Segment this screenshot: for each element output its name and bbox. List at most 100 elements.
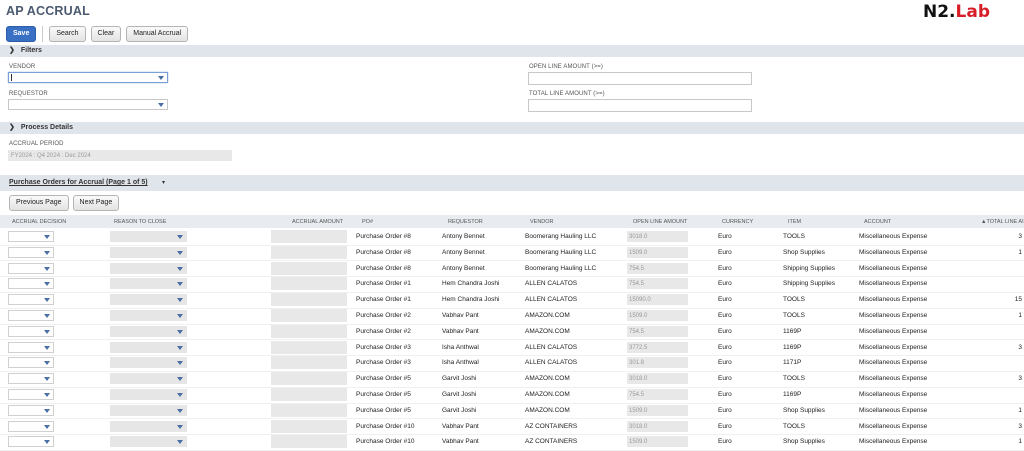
accrual-amount-input[interactable]: [271, 324, 347, 338]
accrual-decision-select[interactable]: [8, 325, 54, 337]
reason-to-close-select[interactable]: [110, 404, 187, 416]
chevron-down-icon: [177, 314, 183, 318]
reason-to-close-select[interactable]: [110, 373, 187, 385]
reason-to-close-select[interactable]: [110, 436, 187, 448]
previous-page-button[interactable]: Previous Page: [9, 195, 69, 211]
accrual-amount-input[interactable]: [271, 372, 347, 386]
accrual-amount-input[interactable]: [271, 388, 347, 401]
total-line-amount-input[interactable]: [528, 99, 752, 112]
item-cell: TOOLS: [783, 312, 805, 319]
open-line-amount-cell: 754.5: [627, 262, 688, 274]
col-item[interactable]: ITEM: [788, 219, 801, 225]
toolbar: Save Search Clear Manual Accrual: [6, 26, 189, 42]
accrual-decision-select[interactable]: [8, 294, 54, 306]
process-details-section-header[interactable]: ❯ Process Details: [0, 122, 1024, 134]
accrual-amount-input[interactable]: [271, 293, 347, 307]
accrual-decision-select[interactable]: [8, 341, 54, 353]
accrual-amount-input[interactable]: [271, 403, 347, 417]
po-number-cell[interactable]: Purchase Order #5: [356, 407, 411, 414]
reason-to-close-select[interactable]: [110, 231, 187, 242]
total-line-amount-cell: 1: [1018, 248, 1022, 256]
search-button[interactable]: Search: [49, 26, 86, 42]
open-line-amount-cell: 1509.0: [627, 310, 688, 321]
accrual-amount-input[interactable]: [271, 435, 347, 449]
accrual-decision-select[interactable]: [8, 389, 54, 400]
accrual-decision-select[interactable]: [8, 278, 54, 290]
po-number-cell[interactable]: Purchase Order #8: [356, 233, 411, 240]
col-total-line-amount[interactable]: ▲TOTAL LINE AI: [981, 219, 1024, 225]
clear-button[interactable]: Clear: [90, 26, 122, 42]
accrual-amount-input[interactable]: [271, 230, 347, 243]
accrual-amount-input[interactable]: [271, 245, 347, 259]
reason-to-close-select[interactable]: [110, 246, 187, 258]
open-line-amount-cell: 754.5: [627, 278, 688, 290]
accrual-decision-select[interactable]: [8, 246, 54, 258]
total-line-amount-cell: 1: [1018, 406, 1022, 414]
accrual-amount-input[interactable]: [271, 419, 347, 433]
po-number-cell[interactable]: Purchase Order #1: [356, 296, 411, 303]
reason-to-close-select[interactable]: [110, 294, 187, 306]
accrual-decision-select[interactable]: [8, 357, 54, 369]
accrual-amount-input[interactable]: [271, 340, 347, 354]
accrual-decision-select[interactable]: [8, 436, 54, 448]
accrual-decision-select[interactable]: [8, 420, 54, 432]
save-button[interactable]: Save: [6, 26, 37, 42]
po-number-cell[interactable]: Purchase Order #8: [356, 249, 411, 256]
reason-to-close-select[interactable]: [110, 325, 187, 337]
filters-section-header[interactable]: ❯ Filters: [0, 45, 1024, 57]
page-title: AP ACCRUAL: [6, 4, 90, 18]
open-line-amount-input[interactable]: [528, 72, 752, 85]
po-number-cell[interactable]: Purchase Order #8: [356, 265, 411, 272]
accrual-decision-select[interactable]: [8, 231, 54, 242]
col-accrual-amount[interactable]: ACCRUAL AMOUNT: [292, 219, 343, 225]
reason-to-close-select[interactable]: [110, 341, 187, 353]
currency-cell: Euro: [718, 264, 732, 272]
table-row: Purchase Order #2 Vabhav Pant AMAZON.COM 15…: [0, 308, 1024, 325]
col-accrual-decision[interactable]: ACCRUAL DECISION: [12, 219, 66, 225]
po-number-cell[interactable]: Purchase Order #3: [356, 344, 411, 351]
accrual-amount-input[interactable]: [271, 309, 347, 322]
total-line-amount-cell: 15: [1014, 296, 1022, 304]
chevron-down-icon: [177, 298, 183, 303]
po-number-cell[interactable]: Purchase Order #5: [356, 391, 411, 398]
accrual-amount-input[interactable]: [271, 277, 347, 291]
accrual-decision-select[interactable]: [8, 404, 54, 416]
next-page-button[interactable]: Next Page: [72, 195, 120, 211]
accrual-amount-input[interactable]: [271, 356, 347, 370]
vendor-select[interactable]: [8, 72, 168, 83]
col-requestor[interactable]: REQUESTOR: [448, 219, 483, 225]
total-line-amount-cell: 3: [1018, 233, 1022, 240]
po-number-cell[interactable]: Purchase Order #5: [356, 375, 411, 382]
po-number-cell[interactable]: Purchase Order #2: [356, 312, 411, 319]
reason-to-close-select[interactable]: [110, 420, 187, 432]
dropdown-dot-icon[interactable]: ▾: [162, 179, 165, 186]
requestor-select[interactable]: [8, 99, 168, 110]
accrual-decision-select[interactable]: [8, 373, 54, 385]
reason-to-close-select[interactable]: [110, 310, 187, 321]
po-number-cell[interactable]: Purchase Order #10: [356, 423, 415, 430]
accrual-decision-select[interactable]: [8, 310, 54, 321]
manual-accrual-button[interactable]: Manual Accrual: [126, 26, 189, 42]
reason-to-close-select[interactable]: [110, 389, 187, 400]
vendor-cell: ALLEN CALATOS: [525, 296, 578, 304]
table-row: Purchase Order #2 Vabhav Pant AMAZON.COM 75…: [0, 324, 1024, 341]
col-vendor[interactable]: VENDOR: [530, 219, 554, 225]
text-cursor: [11, 74, 12, 81]
table-row: Purchase Order #8 Antony Bennet Boomerang …: [0, 229, 1024, 246]
col-po-number[interactable]: PO#: [362, 219, 373, 225]
po-number-cell[interactable]: Purchase Order #2: [356, 328, 411, 335]
po-number-cell[interactable]: Purchase Order #10: [356, 438, 415, 445]
reason-to-close-select[interactable]: [110, 357, 187, 369]
po-number-cell[interactable]: Purchase Order #1: [356, 280, 411, 287]
table-row: Purchase Order #3 Isha Anthwal ALLEN CALAT…: [0, 340, 1024, 357]
reason-to-close-select[interactable]: [110, 278, 187, 290]
po-number-cell[interactable]: Purchase Order #3: [356, 359, 411, 366]
accrual-decision-select[interactable]: [8, 262, 54, 274]
chevron-down-icon: [44, 345, 50, 350]
col-reason-to-close[interactable]: REASON TO CLOSE: [114, 219, 166, 225]
reason-to-close-select[interactable]: [110, 262, 187, 274]
col-open-line-amount[interactable]: OPEN LINE AMOUNT: [633, 219, 687, 225]
accrual-amount-input[interactable]: [271, 261, 347, 275]
col-currency[interactable]: CURRENCY: [722, 219, 753, 225]
col-account[interactable]: ACCOUNT: [864, 219, 891, 225]
